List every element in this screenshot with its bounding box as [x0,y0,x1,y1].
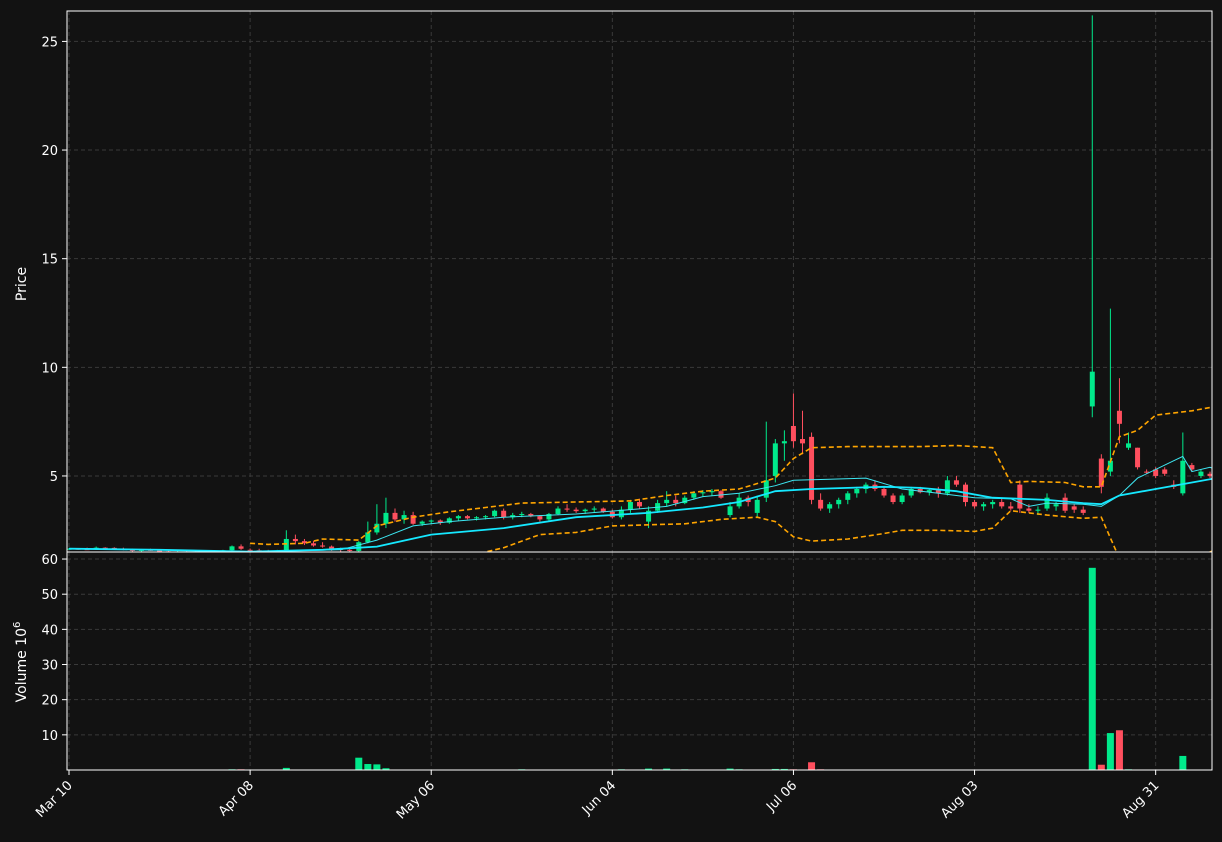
candle-body [347,549,353,551]
candle-body [754,499,760,513]
candle-body [1071,506,1077,510]
volume-axis-title: Volume 106 [12,622,30,703]
candle-body [383,512,389,524]
candle-body [582,509,588,512]
candle-body [229,546,235,551]
candle-body [781,441,787,444]
volume-axis-exp-base: 10 [14,628,30,646]
candle-body [1053,504,1059,507]
candle-body [1026,508,1032,511]
volume-bar [1106,733,1114,770]
volume-tick-label: 50 [41,588,58,603]
volume-tick-label: 40 [41,623,58,638]
candle-body [990,502,996,505]
candle-body [691,493,697,498]
candle-body [1180,460,1186,494]
volume-tick-label: 10 [41,729,58,744]
candle-body [464,516,470,519]
price-tick-label: 10 [41,361,58,376]
candle-body [419,521,425,524]
candle-body [972,502,978,507]
candle-body [1162,469,1168,474]
candle-body [1135,447,1141,468]
candle-body [292,538,298,542]
candle-body [1008,506,1014,509]
price-tick-label: 15 [41,253,58,268]
candle-body [637,502,642,507]
candle-body [1035,509,1041,511]
candle-body [772,443,778,476]
candle-body [664,499,670,504]
candle-body [700,492,706,494]
stock-chart: 510152025 102030405060 Mar 10 Apr 08 May 0… [0,0,1222,842]
volume-axis-label: Volume [14,650,30,702]
candle-body [845,493,851,500]
volume-axis-exp: 6 [12,622,23,628]
candle-body [501,510,507,518]
candle-body [836,499,842,505]
candle-body [1089,371,1095,407]
candle-body [428,520,434,522]
candle-body [953,480,959,485]
candle-body [492,510,498,517]
candle-body [564,508,570,510]
price-tick-label: 5 [50,470,58,485]
volume-tick-label: 60 [41,553,58,568]
volume-bar [1179,755,1187,770]
volume-bar [1088,567,1096,770]
volume-bar [1115,730,1123,770]
candle-body [1116,410,1122,424]
candle-body [537,516,543,520]
candle-body [790,425,796,442]
candle-body [981,504,987,507]
candle-body [1198,471,1204,476]
candle-body [519,513,525,516]
candle-body [591,508,597,510]
price-axis-title: Price [14,267,30,301]
candle-body [455,516,461,519]
candle-body [1126,443,1131,448]
candle-body [899,495,905,503]
chart-background [0,0,1222,842]
price-tick-label: 25 [41,35,58,50]
candle-body [827,504,833,509]
candle-body [818,499,824,509]
candle-body [727,506,733,516]
candle-body [474,517,479,519]
candle-body [573,509,579,512]
volume-bar [364,764,372,770]
candle-body [673,499,679,504]
candle-body [1017,484,1023,509]
volume-bar [808,762,816,770]
price-tick-label: 20 [41,144,58,159]
volume-bar [355,757,363,770]
candle-body [283,538,289,551]
candle-body [392,512,398,520]
candle-body [555,508,561,514]
candle-body [483,516,489,518]
volume-bar [373,764,381,770]
candle-body [1080,509,1086,513]
candle-body [999,502,1005,507]
candle-body [320,545,326,547]
candle-body [238,546,244,549]
candle-body [890,495,896,503]
candle-body [854,488,860,494]
candle-body [881,488,887,496]
volume-bar [1097,764,1105,770]
candle-body [800,439,805,444]
volume-tick-label: 30 [41,659,58,674]
candle-body [809,436,815,500]
candle-body [311,543,316,546]
candle-body [627,502,633,510]
candle-body [356,542,362,551]
volume-tick-label: 20 [41,694,58,709]
